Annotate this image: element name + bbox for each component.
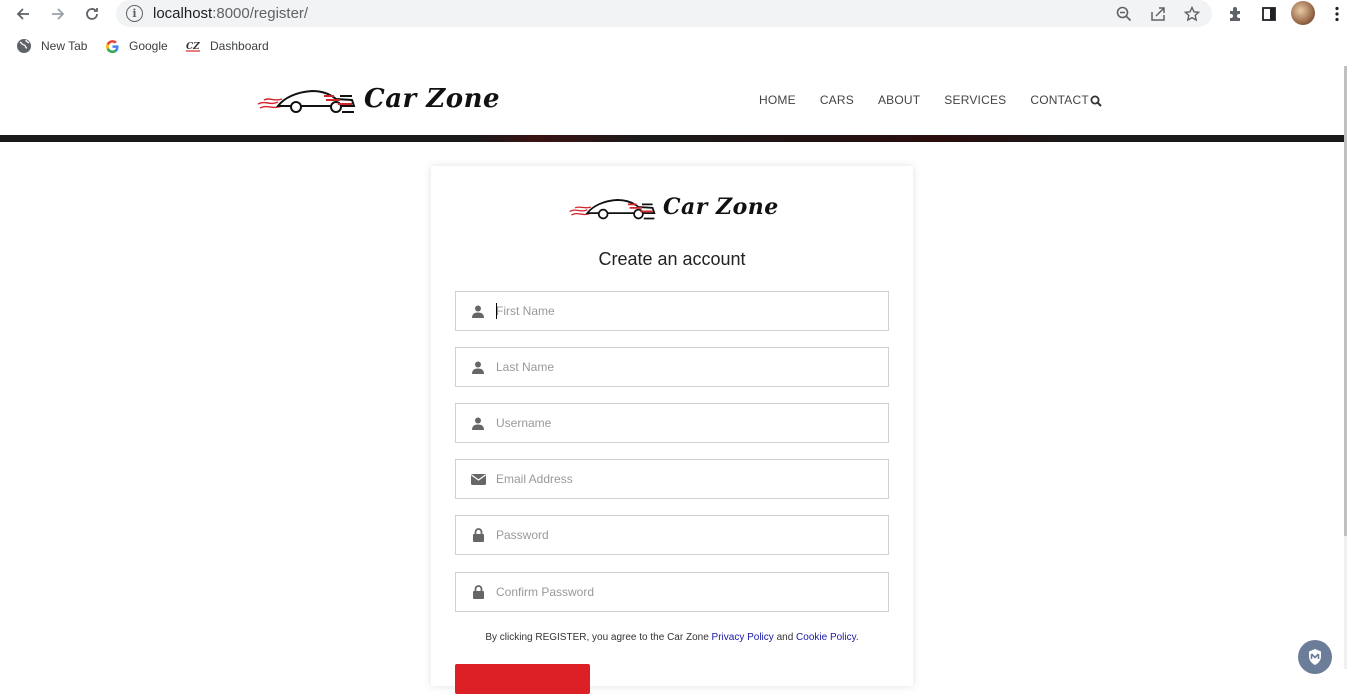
user-icon xyxy=(470,303,486,319)
username-field[interactable] xyxy=(455,403,889,443)
register-card: Car Zone Create an account First Name La… xyxy=(431,166,913,694)
back-button[interactable] xyxy=(11,2,35,26)
password-input[interactable] xyxy=(496,524,876,546)
nav-contact[interactable]: CONTACT xyxy=(1030,93,1089,107)
envelope-icon xyxy=(470,471,486,487)
arrow-right-icon xyxy=(52,8,65,20)
last-name-field[interactable] xyxy=(455,347,889,387)
nav-services[interactable]: SERVICES xyxy=(944,93,1006,107)
browser-toolbar: i localhost:8000/register/ xyxy=(0,0,1347,28)
terms-prefix: By clicking REGISTER, you agree to the C… xyxy=(485,632,712,643)
zoom-icon[interactable] xyxy=(1114,4,1134,24)
bookmark-label: New Tab xyxy=(41,39,88,53)
first-name-input[interactable] xyxy=(496,300,876,322)
text-cursor xyxy=(496,303,497,319)
card-logo: Car Zone xyxy=(567,192,779,222)
google-icon xyxy=(104,38,120,54)
user-icon xyxy=(470,359,486,375)
kebab-menu-icon[interactable] xyxy=(1326,3,1347,25)
nav-about[interactable]: ABOUT xyxy=(878,93,920,107)
address-bar[interactable]: i localhost:8000/register/ xyxy=(116,0,1212,27)
site-logo[interactable]: Car Zone xyxy=(256,82,500,116)
bookmark-dashboard[interactable]: CZ Dashboard xyxy=(185,38,269,54)
reload-button[interactable] xyxy=(80,2,104,26)
password-field[interactable] xyxy=(455,515,889,555)
bookmark-label: Dashboard xyxy=(210,39,269,53)
card-logo-text: Car Zone xyxy=(663,194,779,220)
car-logo-icon xyxy=(569,199,656,220)
info-icon[interactable]: i xyxy=(126,5,143,22)
form-title: Create an account xyxy=(598,249,746,269)
privacy-policy-link[interactable]: Privacy Policy xyxy=(712,632,774,643)
email-field[interactable] xyxy=(455,459,889,499)
bookmark-star-icon[interactable] xyxy=(1182,4,1202,24)
url-text[interactable]: localhost:8000/register/ xyxy=(153,5,308,22)
bookmarks-bar: New Tab Google CZ Dashboard xyxy=(0,33,1347,61)
lock-icon xyxy=(470,527,486,543)
car-logo-icon xyxy=(257,89,356,113)
logo-text: Car Zone xyxy=(364,84,501,114)
bookmark-label: Google xyxy=(129,39,168,53)
search-icon[interactable] xyxy=(1090,94,1102,107)
reload-icon xyxy=(86,8,98,20)
side-panel-icon[interactable] xyxy=(1258,3,1280,25)
terms-suffix: . xyxy=(855,632,859,643)
cookie-policy-link[interactable]: Cookie Policy xyxy=(796,632,856,643)
forward-button[interactable] xyxy=(46,2,70,26)
first-name-field[interactable] xyxy=(455,291,889,331)
email-input[interactable] xyxy=(496,468,876,490)
carzone-favicon-icon: CZ xyxy=(185,38,201,54)
nav-home[interactable]: HOME xyxy=(759,93,796,107)
user-icon xyxy=(470,415,486,431)
bookmark-new-tab[interactable]: New Tab xyxy=(16,38,87,54)
confirm-password-input[interactable] xyxy=(496,581,876,603)
site-header: Car Zone HOME CARS ABOUT SERVICES CONTAC… xyxy=(0,66,1344,135)
terms-and: and xyxy=(773,632,797,643)
share-icon[interactable] xyxy=(1148,4,1168,24)
profile-avatar[interactable] xyxy=(1291,1,1315,25)
arrow-left-icon xyxy=(16,8,29,20)
shield-icon xyxy=(1309,649,1321,665)
nav-cars[interactable]: CARS xyxy=(820,93,854,107)
last-name-input[interactable] xyxy=(496,356,876,378)
lock-icon xyxy=(470,584,486,600)
extensions-icon[interactable] xyxy=(1224,3,1246,25)
terms-text: By clicking REGISTER, you agree to the C… xyxy=(431,632,913,643)
main-nav: HOME CARS ABOUT SERVICES CONTACT xyxy=(759,93,1113,107)
username-input[interactable] xyxy=(496,412,876,434)
globe-icon xyxy=(16,38,32,54)
hero-banner-strip xyxy=(0,135,1344,142)
confirm-password-field[interactable] xyxy=(455,572,889,612)
bookmark-google[interactable]: Google xyxy=(104,38,168,54)
